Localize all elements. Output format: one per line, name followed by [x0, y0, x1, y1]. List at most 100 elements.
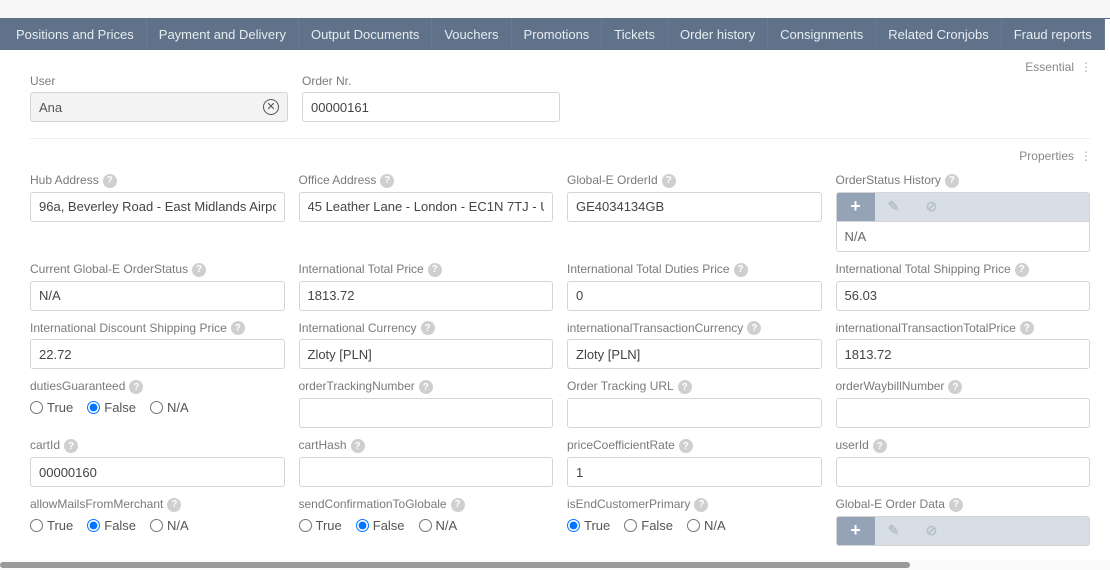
help-icon[interactable]: ?: [192, 263, 206, 277]
carthash-input[interactable]: [299, 457, 554, 487]
tab-consignments[interactable]: Consignments: [768, 18, 876, 50]
pricecoef-label: priceCoefficientRate?: [567, 438, 822, 453]
duties-guaranteed-radios[interactable]: True False N/A: [30, 398, 285, 415]
delete-button-disabled: ⊘: [913, 193, 951, 221]
help-icon[interactable]: ?: [167, 498, 181, 512]
waybill-input[interactable]: [836, 398, 1091, 428]
help-icon[interactable]: ?: [734, 263, 748, 277]
help-icon[interactable]: ?: [419, 380, 433, 394]
duties-false-radio[interactable]: [87, 401, 100, 414]
orderdata-label: Global-E Order Data?: [836, 497, 1091, 512]
userid-label: userId?: [836, 438, 1091, 453]
current-status-label: Current Global-E OrderStatus?: [30, 262, 285, 277]
add-button[interactable]: +: [837, 193, 875, 221]
orderstatus-history-value[interactable]: N/A: [836, 222, 1091, 252]
help-icon[interactable]: ?: [1015, 263, 1029, 277]
intl-txn-currency-label: internationalTransactionCurrency?: [567, 321, 822, 336]
allowmails-true-radio[interactable]: [30, 519, 43, 532]
sendconfirm-label: sendConfirmationToGlobale?: [299, 497, 554, 512]
allowmails-label: allowMailsFromMerchant?: [30, 497, 285, 512]
sendconfirm-radios[interactable]: True False N/A: [299, 516, 554, 533]
cartid-input[interactable]: [30, 457, 285, 487]
tab-promotions[interactable]: Promotions: [512, 18, 603, 50]
intl-duties-input[interactable]: [567, 281, 822, 311]
help-icon[interactable]: ?: [948, 380, 962, 394]
delete-button-disabled: ⊘: [913, 517, 951, 545]
isendcustomer-false-radio[interactable]: [624, 519, 637, 532]
tab-output-documents[interactable]: Output Documents: [299, 18, 432, 50]
tab-positions-and-prices[interactable]: Positions and Prices: [4, 18, 147, 50]
intl-txn-total-label: internationalTransactionTotalPrice?: [836, 321, 1091, 336]
allowmails-na-radio[interactable]: [150, 519, 163, 532]
help-icon[interactable]: ?: [694, 498, 708, 512]
tab-tickets[interactable]: Tickets: [602, 18, 668, 50]
tab-fraud-reports[interactable]: Fraud reports: [1002, 18, 1105, 50]
sendconfirm-na-radio[interactable]: [419, 519, 432, 532]
tab-related-cronjobs[interactable]: Related Cronjobs: [876, 18, 1001, 50]
scrollbar-thumb[interactable]: [0, 562, 910, 568]
orderdata-toolbar: + ✎ ⊘: [836, 516, 1091, 546]
help-icon[interactable]: ?: [421, 321, 435, 335]
clear-icon[interactable]: ✕: [263, 99, 279, 115]
pricecoef-input[interactable]: [567, 457, 822, 487]
isendcustomer-radios[interactable]: True False N/A: [567, 516, 822, 533]
orderstatus-history-toolbar: + ✎ ⊘: [836, 192, 1091, 222]
hub-address-label: Hub Address?: [30, 173, 285, 188]
tracking-number-input[interactable]: [299, 398, 554, 428]
help-icon[interactable]: ?: [945, 174, 959, 188]
help-icon[interactable]: ?: [231, 321, 245, 335]
tracking-url-label: Order Tracking URL?: [567, 379, 822, 394]
userid-input[interactable]: [836, 457, 1091, 487]
duties-na-radio[interactable]: [150, 401, 163, 414]
office-address-input[interactable]: [299, 192, 554, 222]
intl-currency-label: International Currency?: [299, 321, 554, 336]
help-icon[interactable]: ?: [678, 380, 692, 394]
section-properties-header: Properties⋮: [30, 149, 1090, 163]
intl-shipping-label: International Total Shipping Price?: [836, 262, 1091, 277]
allowmails-false-radio[interactable]: [87, 519, 100, 532]
section-essential-header: Essential⋮: [30, 60, 1090, 74]
sendconfirm-false-radio[interactable]: [356, 519, 369, 532]
intl-txn-currency-input[interactable]: [567, 339, 822, 369]
intl-shipping-input[interactable]: [836, 281, 1091, 311]
tab-payment-and-delivery[interactable]: Payment and Delivery: [147, 18, 299, 50]
intl-txn-total-input[interactable]: [836, 339, 1091, 369]
allowmails-radios[interactable]: True False N/A: [30, 516, 285, 533]
intl-duties-label: International Total Duties Price?: [567, 262, 822, 277]
intl-total-input[interactable]: [299, 281, 554, 311]
intl-discount-ship-input[interactable]: [30, 339, 285, 369]
add-button[interactable]: +: [837, 517, 875, 545]
user-field[interactable]: Ana ✕: [30, 92, 288, 122]
help-icon[interactable]: ?: [129, 380, 143, 394]
tracking-url-input[interactable]: [567, 398, 822, 428]
help-icon[interactable]: ?: [64, 439, 78, 453]
sendconfirm-true-radio[interactable]: [299, 519, 312, 532]
help-icon[interactable]: ?: [949, 498, 963, 512]
help-icon[interactable]: ?: [451, 498, 465, 512]
edit-button-disabled: ✎: [875, 193, 913, 221]
horizontal-scrollbar[interactable]: [0, 560, 1110, 570]
help-icon[interactable]: ?: [873, 439, 887, 453]
tab-order-history[interactable]: Order history: [668, 18, 768, 50]
tab-global-e-order[interactable]: Global-E Order: [1105, 19, 1110, 50]
tab-vouchers[interactable]: Vouchers: [432, 18, 511, 50]
isendcustomer-true-radio[interactable]: [567, 519, 580, 532]
waybill-label: orderWaybillNumber?: [836, 379, 1091, 394]
help-icon[interactable]: ?: [428, 263, 442, 277]
orderstatus-history-label: OrderStatus History?: [836, 173, 1091, 188]
duties-true-radio[interactable]: [30, 401, 43, 414]
intl-currency-input[interactable]: [299, 339, 554, 369]
help-icon[interactable]: ?: [351, 439, 365, 453]
help-icon[interactable]: ?: [662, 174, 676, 188]
hub-address-input[interactable]: [30, 192, 285, 222]
order-nr-input[interactable]: [302, 92, 560, 122]
current-status-input[interactable]: [30, 281, 285, 311]
help-icon[interactable]: ?: [1020, 321, 1034, 335]
help-icon[interactable]: ?: [103, 174, 117, 188]
tabs-bar: Positions and PricesPayment and Delivery…: [0, 18, 1110, 50]
help-icon[interactable]: ?: [380, 174, 394, 188]
isendcustomer-na-radio[interactable]: [687, 519, 700, 532]
globale-orderid-input[interactable]: [567, 192, 822, 222]
help-icon[interactable]: ?: [747, 321, 761, 335]
help-icon[interactable]: ?: [679, 439, 693, 453]
